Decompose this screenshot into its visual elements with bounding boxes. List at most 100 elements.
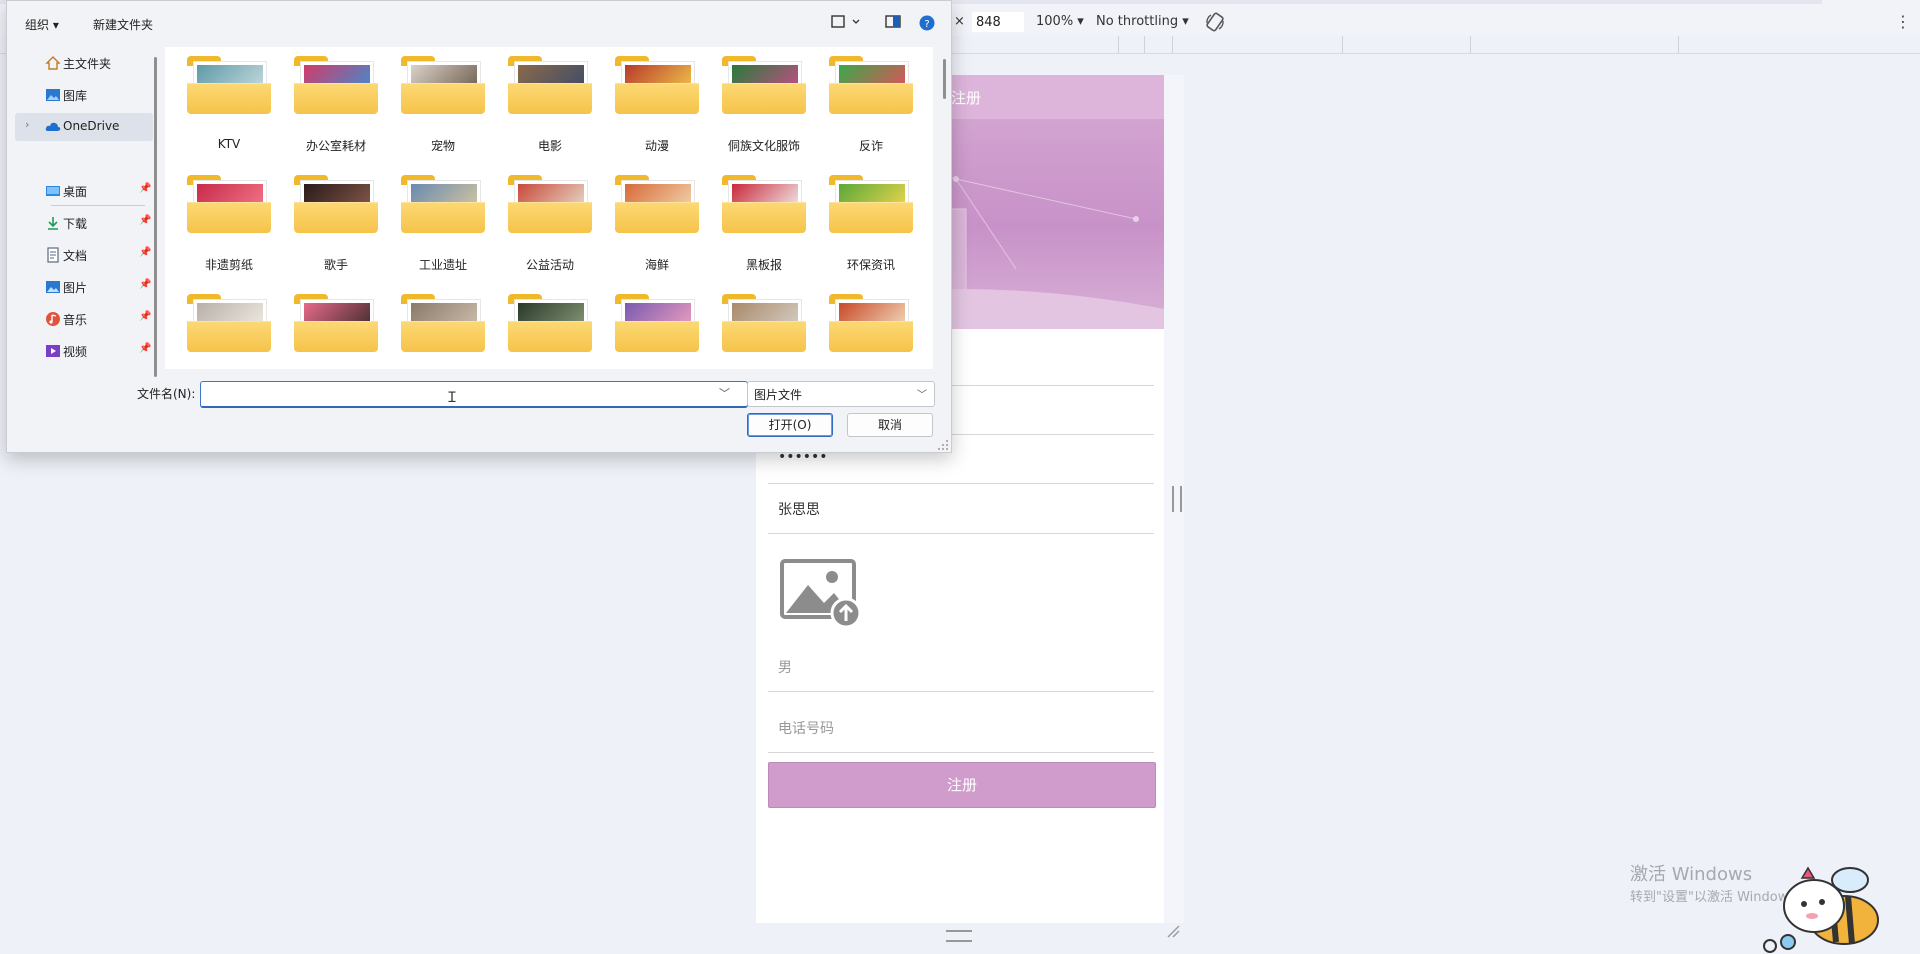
folder-icon <box>508 321 592 352</box>
nav-item-download[interactable]: 下载 📌 <box>15 209 153 237</box>
folder-item[interactable]: 动漫 <box>607 47 707 153</box>
nav-label: 图库 <box>63 89 88 103</box>
folder-icon <box>187 202 271 233</box>
nav-item-video[interactable]: 视频 📌 <box>15 337 153 365</box>
more-options-icon[interactable]: ⋮ <box>1895 12 1911 31</box>
viewport-resize-corner-icon[interactable] <box>1166 924 1180 938</box>
view-options-icon[interactable] <box>831 15 861 29</box>
bee-mascot-icon <box>1763 866 1879 953</box>
grid-scrollbar[interactable] <box>943 59 946 99</box>
folder-item[interactable]: 办公室耗材 <box>286 47 386 153</box>
folder-item[interactable]: KTV <box>179 47 279 153</box>
folder-item[interactable] <box>821 281 921 369</box>
folder-item[interactable]: 工业遗址 <box>393 162 493 272</box>
folder-item[interactable]: 非遗剪纸 <box>179 162 279 272</box>
nav-item-pictures[interactable]: 图片 📌 <box>15 273 153 301</box>
throttle-dropdown[interactable]: No throttling ▾ <box>1096 14 1189 29</box>
viewport-resize-handle-bottom[interactable] <box>946 930 972 942</box>
folder-grid: KTV 办公室耗材 宠物 电影 动漫 侗族文化服饰 反诈非遗剪纸 歌手 工业遗址 公益活动 海鲜 黑板… <box>165 47 933 369</box>
folder-item[interactable] <box>286 281 386 369</box>
nav-item-home[interactable]: 主文件夹 <box>15 49 153 77</box>
nav-scrollbar[interactable] <box>154 57 157 377</box>
folder-item[interactable]: 海鲜 <box>607 162 707 272</box>
folder-name: 宠物 <box>430 139 455 153</box>
nav-label: 下载 <box>63 217 88 231</box>
folder-name: 电影 <box>537 139 562 153</box>
preview-pane-icon[interactable] <box>885 15 901 29</box>
folder-icon <box>401 202 485 233</box>
folder-item[interactable] <box>607 281 707 369</box>
organize-menu[interactable]: 组织 ▾ <box>25 16 59 33</box>
folder-icon <box>294 321 378 352</box>
desktop-icon <box>46 186 60 196</box>
nav-item-gallery[interactable]: 图库 <box>15 81 153 109</box>
folder-item[interactable] <box>500 281 600 369</box>
folder-icon <box>294 83 378 114</box>
rotate-icon[interactable] <box>1204 11 1226 33</box>
video-icon <box>46 345 60 357</box>
file-type-value: 图片文件 <box>754 388 803 402</box>
file-type-select[interactable]: 图片文件 ﹀ <box>747 381 935 407</box>
gender-field[interactable]: 男 <box>768 643 1154 692</box>
gallery-icon <box>46 89 60 101</box>
phone-placeholder: 电话号码 <box>778 721 834 737</box>
pin-icon: 📌 <box>139 311 152 322</box>
document-icon <box>47 247 59 263</box>
nav-item-onedrive[interactable]: › OneDrive <box>15 113 153 141</box>
help-icon[interactable]: ? <box>919 15 935 31</box>
chevron-right-icon[interactable]: › <box>25 118 29 131</box>
folder-name: 海鲜 <box>644 258 669 272</box>
folder-icon <box>722 83 806 114</box>
gender-placeholder: 男 <box>778 660 792 676</box>
folder-icon <box>187 83 271 114</box>
image-upload-icon[interactable] <box>780 559 864 629</box>
pin-icon: 📌 <box>139 215 152 226</box>
folder-item[interactable]: 宠物 <box>393 47 493 153</box>
filename-input[interactable] <box>200 381 748 408</box>
name-value: 张思思 <box>778 502 820 518</box>
download-icon <box>48 217 58 230</box>
folder-name: 工业遗址 <box>418 258 467 272</box>
filename-label: 文件名(N): <box>137 387 196 401</box>
nav-item-documents[interactable]: 文档 📌 <box>15 241 153 269</box>
name-field[interactable]: 张思思 <box>768 485 1154 534</box>
folder-icon <box>187 321 271 352</box>
folder-icon <box>615 202 699 233</box>
viewport-resize-handle-right[interactable] <box>1172 486 1182 512</box>
folder-item[interactable]: 环保资讯 <box>821 162 921 272</box>
folder-item[interactable]: 黑板报 <box>714 162 814 272</box>
open-button[interactable]: 打开(O) <box>747 413 833 437</box>
folder-item[interactable]: 歌手 <box>286 162 386 272</box>
new-folder-button[interactable]: 新建文件夹 <box>93 16 153 33</box>
nav-label: 音乐 <box>63 313 88 327</box>
nav-separator <box>51 205 145 206</box>
zoom-dropdown[interactable]: 100% ▾ <box>1036 14 1084 29</box>
file-open-dialog: 组织 ▾ 新建文件夹 ? 主文件夹 图库 › OneDrive 桌面 📌 下载 … <box>6 0 952 453</box>
phone-field[interactable]: 电话号码 <box>768 704 1154 753</box>
nav-label: 图片 <box>63 281 88 295</box>
filename-history-dropdown-icon[interactable]: ﹀ <box>719 385 730 401</box>
folder-icon <box>722 321 806 352</box>
nav-item-music[interactable]: 音乐 📌 <box>15 305 153 333</box>
folder-name: 动漫 <box>644 139 669 153</box>
folder-item[interactable] <box>714 281 814 369</box>
folder-name: 环保资讯 <box>846 258 895 272</box>
folder-name: 办公室耗材 <box>305 139 366 153</box>
nav-item-desktop[interactable]: 桌面 📌 <box>15 177 153 205</box>
cancel-button[interactable]: 取消 <box>847 413 933 437</box>
folder-item[interactable]: 电影 <box>500 47 600 153</box>
folder-item[interactable]: 公益活动 <box>500 162 600 272</box>
folder-item[interactable]: 反诈 <box>821 47 921 153</box>
pin-icon: 📌 <box>139 247 152 258</box>
folder-item[interactable] <box>179 281 279 369</box>
register-submit-button[interactable]: 注册 <box>768 762 1156 808</box>
folder-item[interactable] <box>393 281 493 369</box>
home-icon <box>45 56 61 70</box>
folder-icon <box>294 202 378 233</box>
resize-grip-icon[interactable] <box>937 439 949 451</box>
viewport-height-input[interactable] <box>972 12 1024 32</box>
folder-item[interactable]: 侗族文化服饰 <box>714 47 814 153</box>
nav-label: 桌面 <box>63 185 88 199</box>
pin-icon: 📌 <box>139 343 152 354</box>
nav-label: OneDrive <box>63 119 120 133</box>
